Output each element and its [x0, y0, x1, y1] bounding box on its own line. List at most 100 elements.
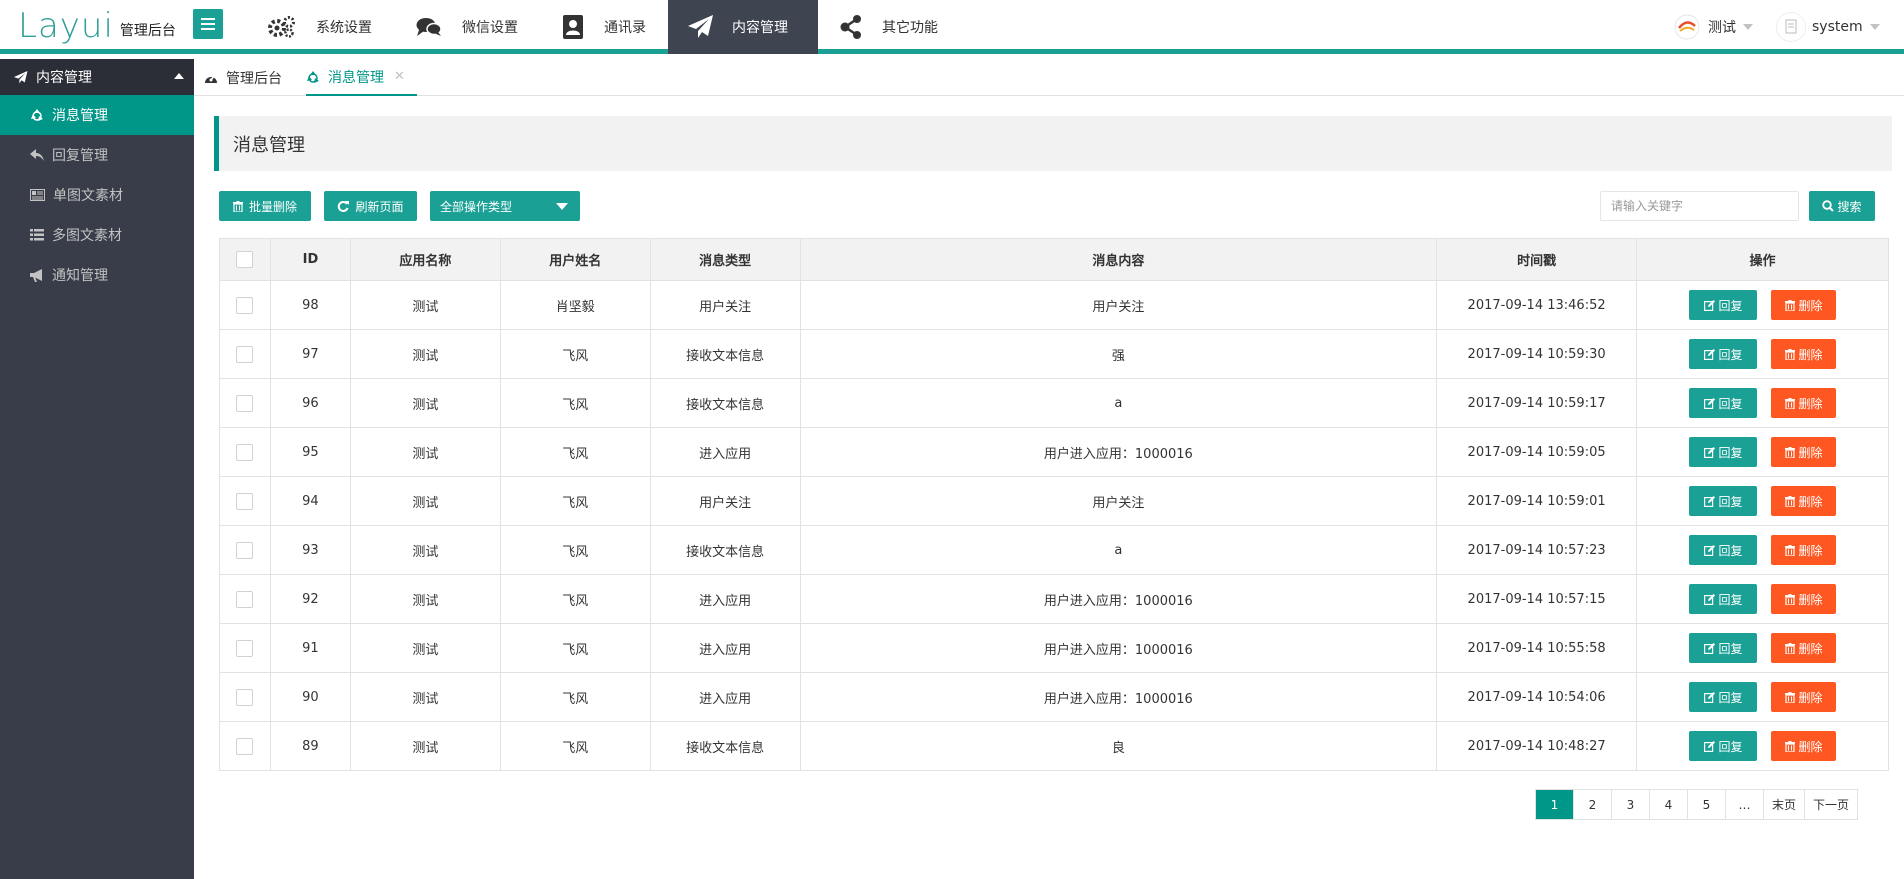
reply-button[interactable]: 回复 — [1689, 437, 1758, 467]
bullhorn-icon — [30, 268, 44, 282]
cell-id: 95 — [269, 427, 351, 477]
reply-button[interactable]: 回复 — [1689, 339, 1758, 369]
refresh-label: 刷新页面 — [355, 199, 404, 214]
row-checkbox[interactable] — [236, 296, 254, 314]
reply-button[interactable]: 回复 — [1689, 388, 1758, 418]
delete-button[interactable]: 删除 — [1771, 388, 1837, 418]
nav-label: 系统设置 — [316, 20, 372, 36]
reply-label: 回复 — [1718, 739, 1743, 754]
reply-button[interactable]: 回复 — [1689, 633, 1758, 663]
search-button[interactable]: 搜索 — [1809, 191, 1875, 221]
page-button[interactable]: 5 — [1688, 790, 1726, 819]
row-checkbox[interactable] — [236, 737, 254, 755]
batch-delete-button[interactable]: 批量删除 — [219, 191, 311, 221]
delete-button[interactable]: 删除 — [1771, 731, 1837, 761]
reply-button[interactable]: 回复 — [1689, 584, 1758, 614]
row-checkbox[interactable] — [236, 492, 254, 510]
delete-button[interactable]: 删除 — [1771, 437, 1837, 467]
close-icon[interactable]: ✕ — [394, 69, 405, 84]
user-name: system — [1812, 19, 1863, 35]
delete-button[interactable]: 删除 — [1771, 535, 1837, 565]
trash-icon — [1784, 299, 1795, 311]
reply-button[interactable]: 回复 — [1689, 290, 1758, 320]
menu-toggle-button[interactable] — [193, 9, 223, 39]
row-checkbox[interactable] — [236, 394, 254, 412]
page-button[interactable]: 1 — [1536, 790, 1574, 819]
reply-button[interactable]: 回复 — [1689, 682, 1758, 712]
cell-type: 用户关注 — [649, 280, 801, 330]
cell-time: 2017-09-14 10:55:58 — [1436, 623, 1638, 673]
reply-button[interactable]: 回复 — [1689, 535, 1758, 565]
nav-other-functions[interactable]: 其它功能 — [818, 0, 960, 54]
column-header-time[interactable]: 时间戳 — [1436, 238, 1638, 281]
logo[interactable]: Layui 管理后台 — [18, 4, 176, 48]
sidebar-item-label: 消息管理 — [52, 108, 108, 124]
nav-address-book[interactable]: 通讯录 — [540, 0, 668, 54]
row-checkbox[interactable] — [236, 590, 254, 608]
page-button[interactable]: 2 — [1574, 790, 1612, 819]
row-checkbox[interactable] — [236, 345, 254, 363]
delete-label: 删除 — [1798, 543, 1823, 558]
search-input[interactable] — [1600, 191, 1799, 221]
page-button[interactable]: 下一页 — [1805, 790, 1859, 819]
row-checkbox[interactable] — [236, 443, 254, 461]
delete-button[interactable]: 删除 — [1771, 290, 1837, 320]
sidebar-item-multi-article[interactable]: 多图文素材 — [0, 215, 194, 255]
cell-user: 飞风 — [499, 721, 651, 771]
sidebar-item-message-management[interactable]: 消息管理 — [0, 95, 194, 135]
operation-type-select[interactable]: 全部操作类型 — [430, 191, 580, 221]
delete-button[interactable]: 删除 — [1771, 339, 1837, 369]
tab-dashboard[interactable]: 管理后台 — [204, 59, 282, 96]
nav-content-management[interactable]: 内容管理 — [668, 0, 818, 54]
delete-label: 删除 — [1798, 396, 1823, 411]
batch-delete-label: 批量删除 — [248, 199, 297, 214]
reply-button[interactable]: 回复 — [1689, 486, 1758, 516]
page-button[interactable]: 3 — [1612, 790, 1650, 819]
delete-button[interactable]: 删除 — [1771, 682, 1837, 712]
user-menu[interactable]: system — [1776, 12, 1880, 42]
delete-button[interactable]: 删除 — [1771, 633, 1837, 663]
message-table: ID 应用名称 用户姓名 消息类型 消息内容 时间戳 操作 98 测试 肖坚毅 用户关… — [219, 238, 1889, 771]
column-header-content[interactable]: 消息内容 — [799, 238, 1438, 281]
sidebar-item-reply-management[interactable]: 回复管理 — [0, 135, 194, 175]
edit-icon — [1703, 446, 1715, 458]
row-checkbox[interactable] — [236, 639, 254, 657]
cell-content: 用户关注 — [799, 280, 1438, 330]
sidebar-item-single-article[interactable]: 单图文素材 — [0, 175, 194, 215]
row-select-cell — [219, 427, 271, 477]
nav-wechat-settings[interactable]: 微信设置 — [394, 0, 540, 54]
sidebar-item-notice-management[interactable]: 通知管理 — [0, 255, 194, 295]
page-button[interactable]: … — [1726, 790, 1764, 819]
delete-label: 删除 — [1798, 690, 1823, 705]
cell-type: 用户关注 — [649, 476, 801, 526]
tab-label: 消息管理 — [328, 69, 384, 86]
cell-user: 飞风 — [499, 329, 651, 379]
account-menu[interactable]: 测试 — [1672, 12, 1753, 42]
page-button[interactable]: 末页 — [1764, 790, 1806, 819]
sidebar-section-header[interactable]: 内容管理 — [0, 59, 194, 95]
reply-label: 回复 — [1718, 690, 1743, 705]
cell-time: 2017-09-14 13:46:52 — [1436, 280, 1638, 330]
select-all-checkbox[interactable] — [236, 251, 254, 268]
row-checkbox[interactable] — [236, 688, 254, 706]
top-header: Layui 管理后台 系统设置 微信设置 通讯录 内容管理 其它功能 测试 sy… — [0, 0, 1904, 54]
row-checkbox[interactable] — [236, 541, 254, 559]
page-button[interactable]: 4 — [1650, 790, 1688, 819]
refresh-icon — [337, 200, 350, 212]
delete-button[interactable]: 删除 — [1771, 584, 1837, 614]
column-header-id[interactable]: ID — [269, 238, 351, 281]
cell-time: 2017-09-14 10:59:01 — [1436, 476, 1638, 526]
table-row: 96 测试 飞风 接收文本信息 a 2017-09-14 10:59:17 回复 删除 — [219, 378, 1889, 428]
sidebar-item-label: 通知管理 — [52, 268, 108, 284]
nav-system-settings[interactable]: 系统设置 — [246, 0, 394, 54]
column-header-app[interactable]: 应用名称 — [349, 238, 501, 281]
cell-time: 2017-09-14 10:59:30 — [1436, 329, 1638, 379]
cell-id: 96 — [269, 378, 351, 428]
tab-message-management[interactable]: 消息管理 ✕ — [306, 59, 417, 96]
column-header-type[interactable]: 消息类型 — [649, 238, 801, 281]
cell-content: 用户进入应用：1000016 — [799, 672, 1438, 722]
column-header-user[interactable]: 用户姓名 — [499, 238, 651, 281]
delete-button[interactable]: 删除 — [1771, 486, 1837, 516]
refresh-page-button[interactable]: 刷新页面 — [324, 191, 417, 221]
reply-button[interactable]: 回复 — [1689, 731, 1758, 761]
